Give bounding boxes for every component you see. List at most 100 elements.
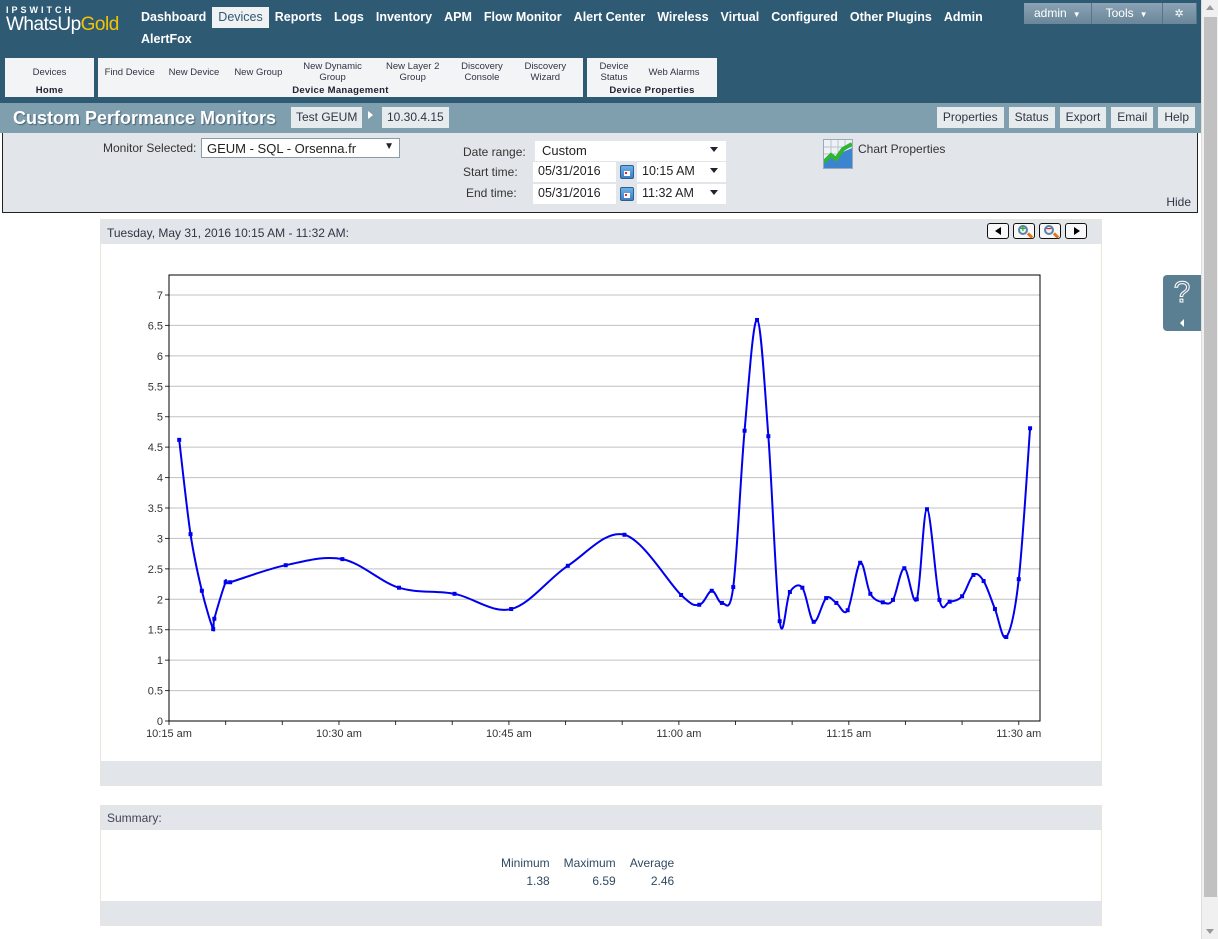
subnav-new-device[interactable]: New Device bbox=[161, 67, 226, 78]
nav-reports[interactable]: Reports bbox=[269, 7, 328, 28]
data-point bbox=[824, 596, 829, 601]
stat-value: 2.46 bbox=[650, 874, 675, 888]
calendar-icon[interactable] bbox=[620, 165, 634, 179]
y-tick-label: 5 bbox=[157, 412, 163, 424]
chevron-down-icon: ▼ bbox=[1139, 10, 1148, 19]
subnav-group-label: Device Properties bbox=[609, 85, 695, 96]
chevron-down-icon bbox=[710, 190, 718, 195]
breadcrumb-device[interactable]: 10.30.4.15 bbox=[382, 107, 449, 128]
data-point bbox=[452, 591, 457, 596]
monitor-select[interactable]: GEUM - SQL - Orsenna.fr ▼ bbox=[201, 138, 400, 158]
data-point bbox=[868, 591, 873, 596]
scroll-down-icon[interactable] bbox=[1206, 929, 1214, 934]
chart-zoom-out-button[interactable]: − bbox=[1039, 223, 1061, 239]
stat-average: Average 2.46 bbox=[630, 854, 674, 890]
nav-logs[interactable]: Logs bbox=[328, 7, 370, 28]
main-nav: Dashboard Devices Reports Logs Inventory… bbox=[135, 7, 1025, 51]
settings-button[interactable]: ✲ bbox=[1162, 3, 1197, 24]
nav-dashboard[interactable]: Dashboard bbox=[135, 7, 212, 28]
data-point bbox=[834, 600, 839, 605]
start-time-value: 10:15 AM bbox=[642, 164, 695, 178]
x-tick-label: 10:30 am bbox=[316, 728, 362, 740]
vertical-scrollbar[interactable] bbox=[1201, 0, 1218, 939]
nav-configured[interactable]: Configured bbox=[765, 7, 844, 28]
status-button[interactable]: Status bbox=[1008, 107, 1055, 128]
gear-icon: ✲ bbox=[1174, 8, 1184, 20]
subnav-discovery-wizard[interactable]: Discovery Wizard bbox=[514, 61, 577, 83]
chart-zoom-in-button[interactable]: + bbox=[1013, 223, 1035, 239]
end-time-label: End time: bbox=[466, 186, 517, 200]
subnav-discovery-console[interactable]: Discovery Console bbox=[450, 61, 513, 83]
data-point bbox=[890, 597, 895, 602]
data-point bbox=[914, 597, 919, 602]
subnav-group-management: Find Device New Device New Group New Dyn… bbox=[98, 58, 583, 97]
hide-filters-link[interactable]: Hide bbox=[1166, 195, 1191, 209]
start-time-label: Start time: bbox=[463, 165, 518, 179]
help-button[interactable]: Help bbox=[1158, 107, 1195, 128]
properties-button[interactable]: Properties bbox=[936, 107, 1004, 128]
data-point bbox=[960, 594, 965, 599]
data-point bbox=[755, 317, 760, 322]
start-date-input[interactable]: 05/31/2016 bbox=[533, 162, 616, 182]
subnav-device-status[interactable]: Device Status bbox=[589, 61, 639, 83]
tools-menu-button[interactable]: Tools ▼ bbox=[1091, 3, 1163, 24]
nav-devices[interactable]: Devices bbox=[212, 7, 269, 28]
x-tick-label: 10:15 am bbox=[146, 728, 192, 740]
nav-wireless[interactable]: Wireless bbox=[651, 7, 714, 28]
subnav-group-label: Home bbox=[35, 85, 64, 96]
data-point bbox=[509, 607, 514, 612]
filter-panel: Monitor Selected: GEUM - SQL - Orsenna.f… bbox=[2, 133, 1198, 213]
data-point bbox=[924, 507, 929, 512]
arrow-left-icon bbox=[1180, 319, 1184, 327]
zoom-out-icon-handle bbox=[1052, 232, 1060, 239]
data-point bbox=[565, 563, 570, 568]
breadcrumb-group[interactable]: Test GEUM bbox=[291, 107, 363, 128]
nav-virtual[interactable]: Virtual bbox=[715, 7, 766, 28]
end-time-value: 11:32 AM bbox=[642, 186, 694, 200]
end-time-select[interactable]: 11:32 AM bbox=[637, 184, 726, 204]
nav-admin[interactable]: Admin bbox=[938, 7, 989, 28]
whatsupgold-logo[interactable]: IPSWITCH WhatsUpGold bbox=[6, 5, 119, 36]
data-point bbox=[1028, 426, 1033, 431]
chart-next-button[interactable] bbox=[1065, 223, 1087, 239]
data-point bbox=[228, 580, 233, 585]
nav-alertfox[interactable]: AlertFox bbox=[135, 29, 198, 50]
data-point bbox=[1016, 577, 1021, 582]
nav-alert-center[interactable]: Alert Center bbox=[568, 7, 652, 28]
calendar-icon[interactable] bbox=[620, 187, 634, 201]
zoom-in-icon-handle bbox=[1026, 232, 1034, 239]
date-range-select[interactable]: Custom bbox=[535, 141, 726, 161]
question-mark-icon: ? bbox=[1173, 276, 1191, 310]
chart-panel-footer bbox=[101, 761, 1101, 785]
subnav-new-group[interactable]: New Group bbox=[227, 67, 290, 78]
start-time-select[interactable]: 10:15 AM bbox=[637, 162, 726, 182]
data-point bbox=[697, 602, 702, 607]
x-tick-label: 11:30 am bbox=[996, 728, 1041, 740]
nav-apm[interactable]: APM bbox=[438, 7, 478, 28]
export-button[interactable]: Export bbox=[1059, 107, 1107, 128]
nav-other-plugins[interactable]: Other Plugins bbox=[844, 7, 938, 28]
subnav-find-device[interactable]: Find Device bbox=[98, 67, 161, 78]
chart-properties-link[interactable]: Chart Properties bbox=[822, 139, 945, 169]
help-side-tab[interactable]: ? bbox=[1163, 275, 1201, 331]
subnav-new-dynamic-group[interactable]: New Dynamic Group bbox=[290, 61, 375, 83]
nav-inventory[interactable]: Inventory bbox=[370, 7, 438, 28]
y-tick-label: 3 bbox=[157, 533, 163, 545]
chart-previous-button[interactable] bbox=[987, 223, 1009, 239]
chart-x-axis: 10:15 am 10:30 am 10:45 am 11:00 am 11:15 am… bbox=[146, 721, 1041, 740]
email-button[interactable]: Email bbox=[1111, 107, 1154, 128]
chevron-down-icon: ▼ bbox=[384, 141, 394, 152]
stat-minimum: Minimum 1.38 bbox=[501, 854, 550, 890]
chevron-down-icon: ▼ bbox=[1072, 10, 1081, 19]
subnav-new-layer2-group[interactable]: New Layer 2 Group bbox=[375, 61, 450, 83]
end-date-input[interactable]: 05/31/2016 bbox=[533, 184, 616, 204]
subnav-web-alarms[interactable]: Web Alarms bbox=[639, 67, 709, 78]
plot-frame bbox=[168, 274, 1041, 722]
scroll-up-icon[interactable] bbox=[1206, 5, 1214, 10]
subnav-devices[interactable]: Devices bbox=[28, 67, 72, 78]
y-tick-label: 6 bbox=[157, 351, 163, 363]
nav-flow-monitor[interactable]: Flow Monitor bbox=[478, 7, 568, 28]
scrollbar-thumb[interactable] bbox=[1204, 17, 1217, 897]
top-navigation-bar: IPSWITCH WhatsUpGold Dashboard Devices R… bbox=[0, 0, 1201, 103]
user-menu-button[interactable]: admin ▼ bbox=[1024, 3, 1092, 24]
